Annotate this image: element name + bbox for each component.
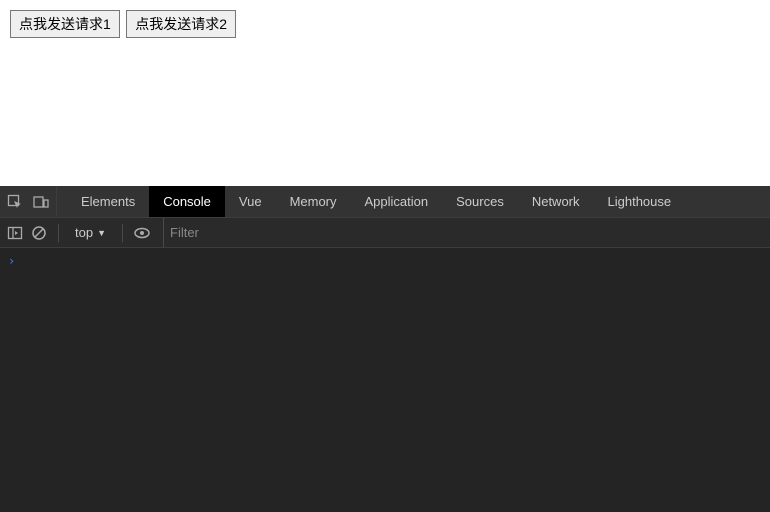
- console-toolbar: top ▼: [0, 218, 770, 248]
- inspect-element-icon[interactable]: [6, 193, 24, 211]
- tab-sources[interactable]: Sources: [442, 186, 518, 217]
- console-filter-input[interactable]: [170, 222, 764, 244]
- page-content: 点我发送请求1 点我发送请求2: [0, 0, 770, 186]
- live-expression-icon[interactable]: [133, 224, 151, 242]
- devtools-tabs: Elements Console Vue Memory Application …: [67, 186, 685, 217]
- tab-vue[interactable]: Vue: [225, 186, 276, 217]
- devtools-left-icons: [0, 186, 57, 217]
- tab-network[interactable]: Network: [518, 186, 594, 217]
- devtools-panel: Elements Console Vue Memory Application …: [0, 186, 770, 512]
- tab-console[interactable]: Console: [149, 186, 225, 217]
- send-request-2-button[interactable]: 点我发送请求2: [126, 10, 236, 38]
- send-request-1-button[interactable]: 点我发送请求1: [10, 10, 120, 38]
- console-output[interactable]: ›: [0, 248, 770, 512]
- toggle-console-sidebar-icon[interactable]: [6, 224, 24, 242]
- tab-lighthouse[interactable]: Lighthouse: [594, 186, 686, 217]
- filter-wrap: [163, 218, 764, 247]
- clear-console-icon[interactable]: [30, 224, 48, 242]
- console-prompt-icon: ›: [8, 254, 15, 268]
- devtools-tabs-bar: Elements Console Vue Memory Application …: [0, 186, 770, 218]
- toolbar-divider: [122, 224, 123, 242]
- execution-context-selector[interactable]: top ▼: [69, 223, 112, 242]
- device-toolbar-icon[interactable]: [32, 193, 50, 211]
- toolbar-divider: [58, 224, 59, 242]
- chevron-down-icon: ▼: [97, 228, 106, 238]
- context-label: top: [75, 225, 93, 240]
- tab-application[interactable]: Application: [351, 186, 443, 217]
- tab-memory[interactable]: Memory: [276, 186, 351, 217]
- tab-elements[interactable]: Elements: [67, 186, 149, 217]
